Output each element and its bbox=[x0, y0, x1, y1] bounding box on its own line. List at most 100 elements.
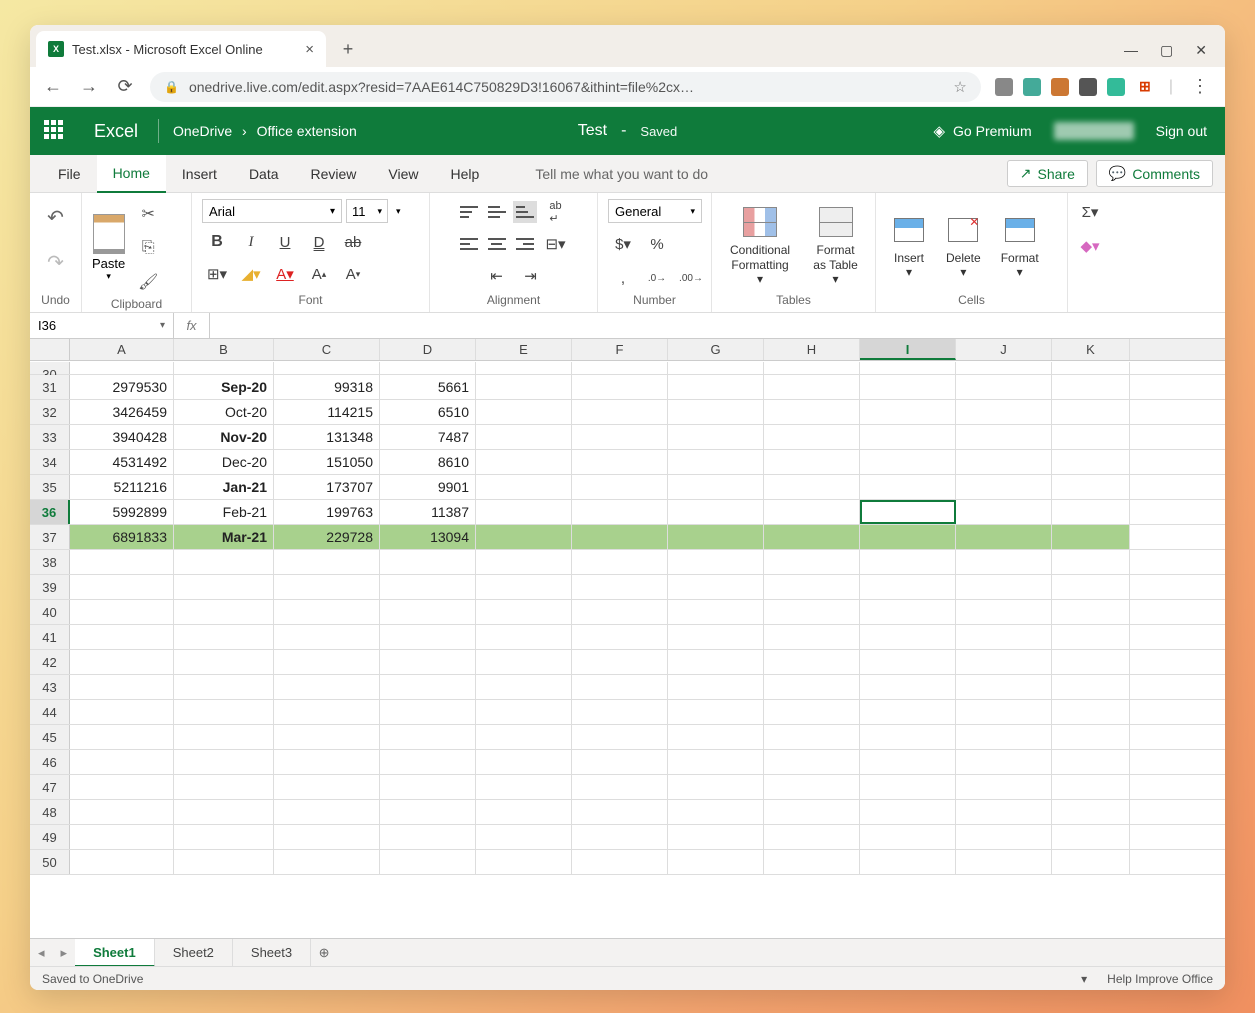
cell[interactable] bbox=[956, 750, 1052, 774]
cell[interactable] bbox=[860, 650, 956, 674]
browser-menu-icon[interactable]: ⋮ bbox=[1187, 76, 1213, 97]
currency-button[interactable]: $▾ bbox=[608, 231, 638, 257]
cell[interactable] bbox=[476, 700, 572, 724]
comments-button[interactable]: 💬 Comments bbox=[1096, 160, 1213, 187]
address-bar[interactable]: 🔒 onedrive.live.com/edit.aspx?resid=7AAE… bbox=[150, 72, 981, 102]
cell[interactable] bbox=[764, 500, 860, 524]
wrap-text-button[interactable]: ab↵ bbox=[541, 199, 571, 225]
row-header[interactable]: 44 bbox=[30, 700, 70, 724]
cell[interactable] bbox=[860, 362, 956, 374]
cell[interactable] bbox=[476, 400, 572, 424]
clear-button[interactable]: ◆▾ bbox=[1075, 233, 1105, 259]
cell[interactable] bbox=[764, 475, 860, 499]
cell[interactable] bbox=[572, 725, 668, 749]
cell[interactable] bbox=[476, 675, 572, 699]
user-info[interactable] bbox=[1054, 122, 1134, 140]
cell[interactable] bbox=[572, 375, 668, 399]
cell[interactable]: 114215 bbox=[274, 400, 380, 424]
font-name-select[interactable]: Arial▾ bbox=[202, 199, 342, 223]
zoom-dropdown[interactable]: ▾ bbox=[1081, 972, 1087, 986]
cell[interactable] bbox=[1052, 850, 1130, 874]
cell[interactable] bbox=[764, 675, 860, 699]
font-size-select[interactable]: 11▾ bbox=[346, 199, 388, 223]
cell[interactable] bbox=[860, 475, 956, 499]
cell[interactable] bbox=[956, 850, 1052, 874]
cell[interactable] bbox=[1052, 750, 1130, 774]
cell[interactable] bbox=[668, 825, 764, 849]
minimize-icon[interactable]: — bbox=[1124, 42, 1138, 59]
column-header[interactable]: E bbox=[476, 339, 572, 360]
cell[interactable] bbox=[860, 375, 956, 399]
cell[interactable] bbox=[274, 650, 380, 674]
formula-input[interactable] bbox=[210, 313, 1225, 338]
cell[interactable] bbox=[274, 625, 380, 649]
cell[interactable] bbox=[572, 550, 668, 574]
cell[interactable] bbox=[380, 675, 476, 699]
cell[interactable] bbox=[274, 850, 380, 874]
cell[interactable]: Jan-21 bbox=[174, 475, 274, 499]
cell[interactable] bbox=[668, 600, 764, 624]
align-left-button[interactable] bbox=[457, 233, 481, 255]
cell[interactable] bbox=[860, 575, 956, 599]
cell[interactable] bbox=[274, 775, 380, 799]
cell[interactable] bbox=[764, 750, 860, 774]
cell[interactable] bbox=[70, 625, 174, 649]
cell[interactable] bbox=[476, 375, 572, 399]
cell[interactable] bbox=[860, 450, 956, 474]
cell[interactable] bbox=[860, 750, 956, 774]
cell[interactable]: 2979530 bbox=[70, 375, 174, 399]
row-header[interactable]: 30 bbox=[30, 362, 70, 374]
cell[interactable] bbox=[668, 500, 764, 524]
format-cells-button[interactable]: Format▾ bbox=[995, 213, 1045, 280]
cell[interactable] bbox=[174, 675, 274, 699]
cell[interactable] bbox=[764, 450, 860, 474]
cell[interactable] bbox=[668, 375, 764, 399]
delete-cells-button[interactable]: ✕ Delete▾ bbox=[940, 213, 987, 280]
cell[interactable] bbox=[380, 750, 476, 774]
cell[interactable] bbox=[956, 600, 1052, 624]
extension-icon[interactable] bbox=[1023, 78, 1041, 96]
cell[interactable] bbox=[380, 800, 476, 824]
cell[interactable] bbox=[764, 525, 860, 549]
cell[interactable]: 5992899 bbox=[70, 500, 174, 524]
cell[interactable] bbox=[476, 525, 572, 549]
cell[interactable] bbox=[274, 825, 380, 849]
cell[interactable] bbox=[668, 725, 764, 749]
sign-out-link[interactable]: Sign out bbox=[1156, 123, 1207, 139]
row-header[interactable]: 35 bbox=[30, 475, 70, 499]
cell[interactable] bbox=[764, 400, 860, 424]
cut-icon[interactable]: ✂ bbox=[133, 199, 163, 229]
grow-font-button[interactable]: A▴ bbox=[304, 261, 334, 287]
tab-review[interactable]: Review bbox=[295, 155, 373, 193]
cell[interactable] bbox=[860, 700, 956, 724]
cell[interactable] bbox=[668, 475, 764, 499]
cell[interactable] bbox=[70, 825, 174, 849]
font-size-dropdown[interactable]: ▾ bbox=[396, 206, 401, 217]
cell[interactable] bbox=[572, 775, 668, 799]
cell[interactable] bbox=[274, 675, 380, 699]
cell[interactable] bbox=[764, 600, 860, 624]
cell[interactable] bbox=[476, 450, 572, 474]
cell[interactable] bbox=[174, 625, 274, 649]
column-header[interactable]: F bbox=[572, 339, 668, 360]
cell[interactable] bbox=[764, 550, 860, 574]
cell[interactable] bbox=[668, 400, 764, 424]
align-middle-button[interactable] bbox=[485, 201, 509, 223]
cell[interactable] bbox=[956, 725, 1052, 749]
cell[interactable] bbox=[764, 362, 860, 374]
row-header[interactable]: 31 bbox=[30, 375, 70, 399]
cell[interactable] bbox=[956, 575, 1052, 599]
new-tab-button[interactable]: + bbox=[334, 35, 362, 63]
cell[interactable] bbox=[174, 825, 274, 849]
cell[interactable] bbox=[174, 850, 274, 874]
cell[interactable] bbox=[860, 600, 956, 624]
cell[interactable] bbox=[174, 575, 274, 599]
cell[interactable] bbox=[1052, 575, 1130, 599]
fill-color-button[interactable]: ◢▾ bbox=[236, 261, 266, 287]
cell[interactable]: 11387 bbox=[380, 500, 476, 524]
row-header[interactable]: 47 bbox=[30, 775, 70, 799]
tab-file[interactable]: File bbox=[42, 155, 97, 193]
cell[interactable] bbox=[1052, 800, 1130, 824]
double-underline-button[interactable]: D bbox=[304, 229, 334, 255]
shrink-font-button[interactable]: A▾ bbox=[338, 261, 368, 287]
